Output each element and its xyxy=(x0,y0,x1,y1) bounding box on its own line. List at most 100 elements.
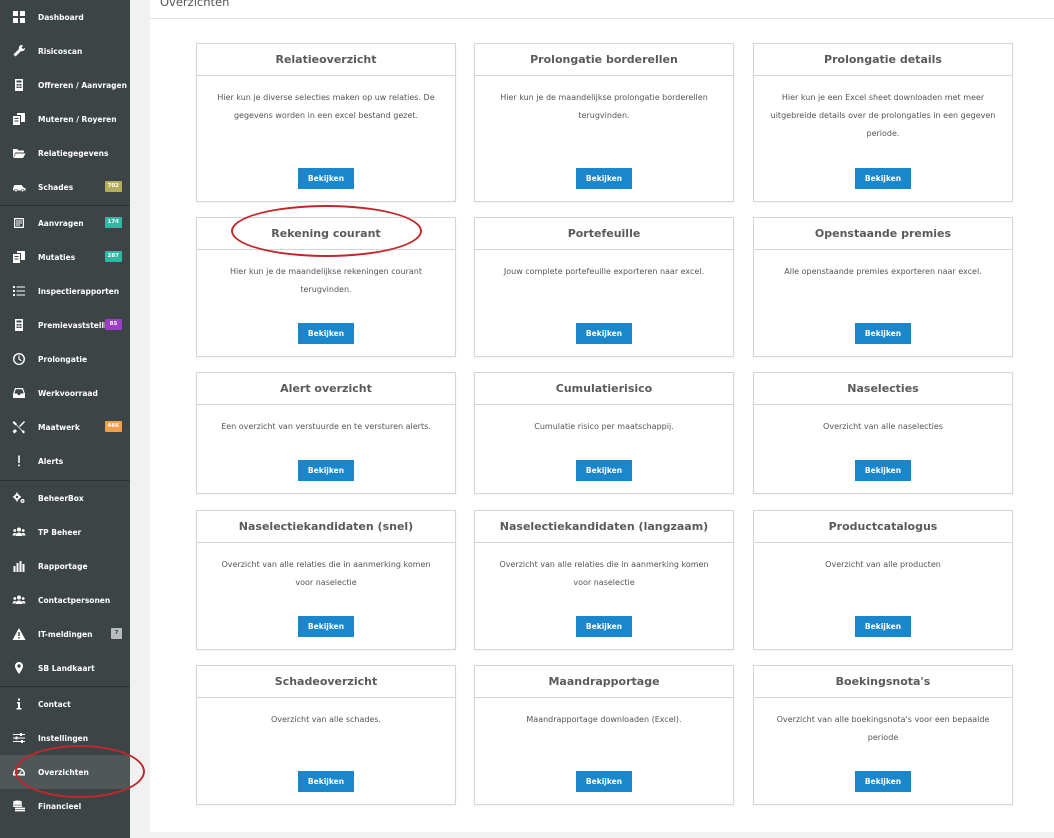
sidebar-item-risicoscan[interactable]: Risicoscan xyxy=(0,34,130,68)
sidebar-item-label: Contactpersonen xyxy=(38,595,111,605)
bekijken-button[interactable]: Bekijken xyxy=(576,771,632,792)
clock-icon xyxy=(0,342,38,376)
sidebar-item-contactpersonen[interactable]: Contactpersonen xyxy=(0,583,130,617)
card-title: Cumulatierisico xyxy=(555,382,653,395)
sidebar: Dashboard Risicoscan Offreren / Aanvrage… xyxy=(0,0,130,838)
card-header: Prolongatie details xyxy=(754,44,1012,76)
card-title: Schadeoverzicht xyxy=(274,675,378,688)
card-title: Productcatalogus xyxy=(828,520,938,533)
sidebar-item-offreren[interactable]: Offreren / Aanvragen xyxy=(0,68,130,102)
card-header: Naselectiekandidaten (snel) xyxy=(197,511,455,543)
card-description: Jouw complete portefeuille exporteren na… xyxy=(503,267,705,276)
bekijken-button[interactable]: Bekijken xyxy=(298,771,354,792)
card-title: Maandrapportage xyxy=(548,675,660,688)
folder-icon xyxy=(0,136,38,170)
card-header: Naselectiekandidaten (langzaam) xyxy=(475,511,733,543)
card-description: Overzicht van alle producten xyxy=(825,560,941,569)
sidebar-item-mutaties[interactable]: Mutaties 287 xyxy=(0,240,130,274)
documents-icon xyxy=(0,240,38,274)
sidebar-item-aanvragen[interactable]: Aanvragen 174 xyxy=(0,206,130,240)
sidebar-item-sb-landkaart[interactable]: SB Landkaart xyxy=(0,651,130,685)
schades-count-badge: 702 xyxy=(104,181,122,192)
bekijken-button[interactable]: Bekijken xyxy=(855,771,911,792)
sidebar-item-financieel[interactable]: Financieel xyxy=(0,789,130,823)
bekijken-button[interactable]: Bekijken xyxy=(298,616,354,637)
bekijken-button[interactable]: Bekijken xyxy=(576,323,632,344)
card-prolongatie-borderellen: Prolongatie borderellen Hier kun je de m… xyxy=(474,43,734,202)
premievaststelling-count-badge: 85 xyxy=(105,319,122,330)
bar-chart-icon xyxy=(0,549,38,583)
sidebar-item-maatwerk[interactable]: Maatwerk 466 xyxy=(0,410,130,444)
page-header: Overzichten xyxy=(150,0,1054,19)
users-icon xyxy=(0,583,38,617)
bekijken-button[interactable]: Bekijken xyxy=(855,460,911,481)
card-description: Overzicht van alle relaties die in aanme… xyxy=(499,560,709,587)
sidebar-item-label: Offreren / Aanvragen xyxy=(38,80,127,90)
bekijken-button[interactable]: Bekijken xyxy=(855,616,911,637)
sidebar-item-inspectierapporten[interactable]: Inspectierapporten xyxy=(0,274,130,308)
list-icon xyxy=(0,274,38,308)
sidebar-item-label: BeheerBox xyxy=(38,493,84,503)
tools-icon xyxy=(0,410,38,444)
sidebar-item-label: TP Beheer xyxy=(38,527,82,537)
card-description: Overzicht van alle relaties die in aanme… xyxy=(221,560,431,587)
it-meldingen-count-badge: 7 xyxy=(111,628,122,639)
card-maandrapportage: Maandrapportage Maandrapportage download… xyxy=(474,665,734,805)
info-icon xyxy=(0,687,38,721)
sidebar-item-beheerbox[interactable]: BeheerBox xyxy=(0,481,130,515)
sidebar-item-instellingen[interactable]: Instellingen xyxy=(0,721,130,755)
sidebar-item-tp-beheer[interactable]: TP Beheer xyxy=(0,515,130,549)
exclamation-icon xyxy=(0,444,38,478)
sidebar-item-contact[interactable]: Contact xyxy=(0,687,130,721)
bekijken-button[interactable]: Bekijken xyxy=(855,323,911,344)
card-description: Cumulatie risico per maatschappij. xyxy=(534,422,674,431)
card-title: Boekingsnota's xyxy=(835,675,931,688)
bekijken-button[interactable]: Bekijken xyxy=(576,460,632,481)
bekijken-button[interactable]: Bekijken xyxy=(576,168,632,189)
card-description: Een overzicht van verstuurde en te verst… xyxy=(221,422,431,431)
card-portefeuille: Portefeuille Jouw complete portefeuille … xyxy=(474,217,734,357)
card-description: Hier kun je de maandelijkse prolongatie … xyxy=(500,93,708,120)
sidebar-item-label: Maatwerk xyxy=(38,422,80,432)
sidebar-item-overzichten[interactable]: Overzichten xyxy=(0,755,130,789)
sidebar-item-label: Muteren / Royeren xyxy=(38,114,117,124)
card-title: Naselectiekandidaten (snel) xyxy=(238,520,414,533)
card-title: Prolongatie borderellen xyxy=(530,53,678,66)
sidebar-item-label: Risicoscan xyxy=(38,46,83,56)
gauge-icon xyxy=(0,755,38,789)
card-description: Hier kun je de maandelijkse rekeningen c… xyxy=(230,267,422,294)
card-schadeoverzicht: Schadeoverzicht Overzicht van alle schad… xyxy=(196,665,456,805)
gears-icon xyxy=(0,481,38,515)
bekijken-button[interactable]: Bekijken xyxy=(298,460,354,481)
coins-icon xyxy=(0,789,38,823)
sidebar-item-premievaststelling[interactable]: Premievaststelling 85 xyxy=(0,308,130,342)
bekijken-button[interactable]: Bekijken xyxy=(298,323,354,344)
sidebar-item-werkvoorraad[interactable]: Werkvoorraad xyxy=(0,376,130,410)
sidebar-item-rapportage[interactable]: Rapportage xyxy=(0,549,130,583)
bekijken-button[interactable]: Bekijken xyxy=(298,168,354,189)
sidebar-item-alerts[interactable]: Alerts xyxy=(0,444,130,478)
card-openstaande-premies: Openstaande premies Alle openstaande pre… xyxy=(753,217,1013,357)
bekijken-button[interactable]: Bekijken xyxy=(576,616,632,637)
sidebar-item-muteren[interactable]: Muteren / Royeren xyxy=(0,102,130,136)
sidebar-item-it-meldingen[interactable]: IT-meldingen 7 xyxy=(0,617,130,651)
card-rekening-courant: Rekening courant Hier kun je de maandeli… xyxy=(196,217,456,357)
sidebar-item-relatiegegevens[interactable]: Relatiegegevens xyxy=(0,136,130,170)
card-header: Prolongatie borderellen xyxy=(475,44,733,76)
sidebar-item-label: Dashboard xyxy=(38,12,84,22)
card-title: Alert overzicht xyxy=(280,382,372,395)
sidebar-item-prolongatie[interactable]: Prolongatie xyxy=(0,342,130,376)
card-naselecties: Naselecties Overzicht van alle naselecti… xyxy=(753,372,1013,494)
card-description: Hier kun je een Excel sheet downloaden m… xyxy=(770,93,996,138)
page-title: Overzichten xyxy=(160,0,230,9)
checklist-icon xyxy=(0,206,38,240)
calculator-icon xyxy=(0,308,38,342)
car-icon xyxy=(0,170,38,204)
sidebar-item-schades[interactable]: Schades 702 xyxy=(0,170,130,204)
sidebar-item-dashboard[interactable]: Dashboard xyxy=(0,0,130,34)
card-header: Maandrapportage xyxy=(475,666,733,698)
card-description: Overzicht van alle naselecties xyxy=(823,422,943,431)
bekijken-button[interactable]: Bekijken xyxy=(855,168,911,189)
dashboard-icon xyxy=(0,0,38,34)
sidebar-item-label: Alerts xyxy=(38,456,64,466)
